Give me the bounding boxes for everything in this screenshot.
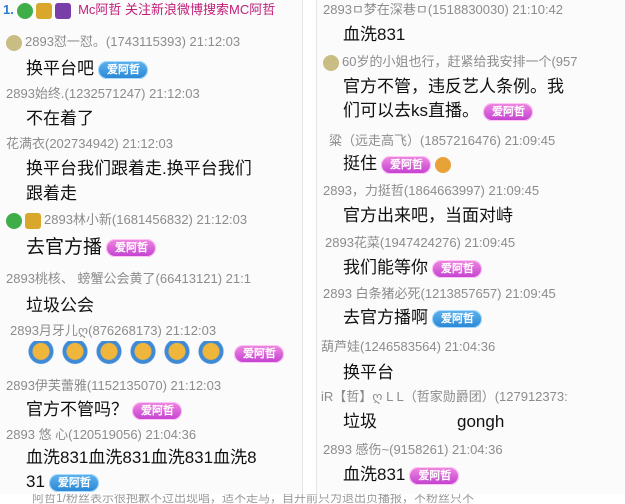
chat-message: 官方出来吧，当面对峙: [343, 206, 513, 225]
chat-message: 官方不管吗？ 爱阿哲: [26, 399, 182, 421]
user-rank-icon: [323, 54, 339, 71]
header-prefix: 1.: [3, 2, 14, 17]
caption-strip: 阿哲1/粉丝表示很抱歉不过出现唱，适不走马，自开前只为退出页播报，不粉丝只不: [0, 494, 625, 504]
chat-message: 跟着走: [26, 184, 77, 203]
level-icon: [6, 212, 22, 229]
fan-badge: 爱阿哲: [106, 238, 157, 257]
rank-icon: [36, 2, 53, 19]
chat-meta: 2893 白条猪必死(1213857657) 21:09:45: [323, 286, 556, 301]
rank-icon: [25, 212, 41, 229]
gift-icon: [128, 341, 158, 367]
header-title: Mc阿哲 关注新浪微博搜索MC阿哲: [78, 2, 276, 17]
chat-message: 垃圾 gongh: [343, 412, 505, 431]
gift-icon: [196, 341, 226, 367]
chat-message: 垃圾公会: [26, 296, 94, 315]
gift-icon: [162, 341, 192, 367]
room-header: 1. Mc阿哲 关注新浪微博搜索MC阿哲: [3, 2, 275, 19]
fan-badge: 爱阿哲: [234, 345, 284, 363]
chat-meta: 2893月牙儿ღ(876268173) 21:12:03: [10, 323, 217, 338]
chat-meta: 2893桃核、 螃蟹公会黄了(66413121) 21:1: [6, 271, 251, 286]
fan-badge: 爱阿哲: [483, 102, 533, 121]
fan-badge: 爱阿哲: [381, 155, 431, 174]
gift-row: 爱阿哲: [26, 341, 284, 367]
guard-icon: [55, 2, 72, 19]
gift-icon: [26, 341, 56, 367]
chat-message: 挺住 爱阿哲: [343, 153, 454, 175]
chat-meta: 2893始终.(1232571247) 21:12:03: [6, 86, 200, 101]
chat-message: 换平台: [343, 363, 394, 382]
chat-meta: 葫芦娃(1246583564) 21:04:36: [321, 339, 496, 354]
chat-message: 去官方播 爱阿哲: [26, 237, 157, 259]
chat-meta: 2893 悠 心(120519056) 21:04:36: [6, 427, 197, 442]
chat-meta: 2893怼一怼。(1743115393) 21:12:03: [6, 34, 240, 51]
fan-badge: 爱阿哲: [432, 309, 482, 328]
chat-meta: iR【哲】ღ L L（哲家勋爵团）(127912373:: [321, 389, 568, 404]
chat-meta: 2893ㅁ梦在深巷ㅁ(1518830030) 21:10:42: [323, 2, 564, 17]
gift-icon: [94, 341, 124, 367]
caption-text: 阿哲1/粉丝表示很抱歉不过出现唱，适不走马，自开前只为退出页播报，不粉丝只不: [32, 494, 475, 504]
chat-message: 31 爱阿哲: [26, 471, 99, 493]
chat-meta: 2893伊芙蕾雅(1152135070) 21:12:03: [6, 378, 222, 393]
panel-gap: [303, 0, 315, 494]
fan-badge: 爱阿哲: [98, 60, 148, 79]
chat-message: 官方不管，违反艺人条例。我: [343, 77, 564, 96]
chat-meta: 花满衣(202734942) 21:12:03: [6, 136, 173, 151]
chat-message: 换平台吧 爱阿哲: [26, 58, 148, 80]
chat-message: 血洗831 爱阿哲: [343, 464, 460, 486]
chat-meta: 2893 感伤~(9158261) 21:04:36: [323, 442, 503, 457]
chat-meta: 60岁的小姐也行，赶紧给我安排一个(957: [323, 54, 577, 71]
fan-badge: 爱阿哲: [48, 473, 99, 492]
chat-message: 我们能等你 爱阿哲: [343, 257, 482, 279]
right-chat-panel: 2893ㅁ梦在深巷ㅁ(1518830030) 21:10:42 血洗831 60…: [316, 0, 625, 494]
chat-meta: 2893林小新(1681456832) 21:12:03: [6, 212, 247, 229]
chat-meta: 2893花菜(1947424276) 21:09:45: [325, 235, 516, 250]
gift-icon: [60, 341, 90, 367]
fan-badge: 爱阿哲: [409, 466, 460, 485]
chat-meta: 2893，力挺哲(1864663997) 21:09:45: [323, 183, 540, 198]
chat-message: 不在着了: [26, 109, 94, 128]
chat-message: 去官方播啊 爱阿哲: [343, 307, 482, 329]
left-chat-panel: 1. Mc阿哲 关注新浪微博搜索MC阿哲 2893怼一怼。(1743115393…: [0, 0, 303, 494]
level-icon: [17, 2, 34, 19]
user-rank-icon: [6, 34, 22, 51]
emoji-icon: [435, 156, 451, 173]
fan-badge: 爱阿哲: [132, 401, 182, 420]
chat-message: 血洗831: [343, 25, 406, 44]
chat-message: 们可以去ks直播。 爱阿哲: [343, 100, 533, 122]
fan-badge: 爱阿哲: [432, 259, 482, 278]
chat-message: 血洗831血洗831血洗831血洗8: [26, 448, 257, 467]
chat-message: 换平台我们跟着走.换平台我们: [26, 159, 252, 178]
chat-meta: 粱（远走高飞）(1857216476) 21:09:45: [329, 133, 556, 148]
